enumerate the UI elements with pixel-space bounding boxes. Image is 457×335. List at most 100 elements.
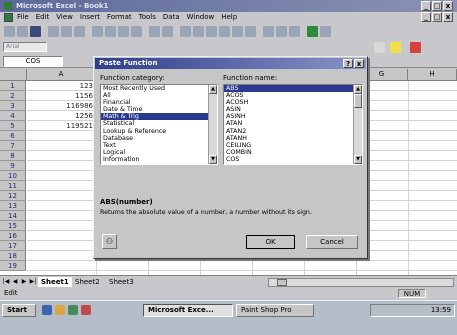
minimize-button[interactable]: _	[421, 1, 431, 11]
row-header[interactable]: 13	[0, 201, 26, 211]
sheet-tab-1[interactable]: Sheet1	[38, 277, 72, 287]
doc-minimize-button[interactable]: _	[421, 12, 431, 22]
category-item[interactable]: Information	[101, 156, 217, 163]
sort-ascending-icon[interactable]	[232, 26, 243, 37]
function-item[interactable]: COS	[224, 156, 362, 163]
last-sheet-icon[interactable]: ▶|	[29, 278, 37, 286]
function-item[interactable]: ACOS	[224, 92, 362, 99]
row-header[interactable]: 5	[0, 121, 26, 131]
row-header[interactable]: 14	[0, 211, 26, 221]
web-toolbar-icon[interactable]	[193, 26, 204, 37]
copy-icon[interactable]	[105, 26, 116, 37]
category-scroll-down-icon[interactable]: ▼	[209, 155, 217, 164]
autosum-icon[interactable]	[206, 26, 217, 37]
row-header[interactable]: 12	[0, 191, 26, 201]
next-sheet-icon[interactable]: ▶	[20, 278, 28, 286]
row-header[interactable]: 9	[0, 161, 26, 171]
function-item[interactable]: CEILING	[224, 142, 362, 149]
category-item[interactable]: All	[101, 92, 217, 99]
row-header[interactable]: 8	[0, 151, 26, 161]
category-item[interactable]: Financial	[101, 99, 217, 106]
row-header[interactable]: 16	[0, 231, 26, 241]
doc-restore-button[interactable]: □	[432, 12, 442, 22]
print-preview-icon[interactable]	[61, 26, 72, 37]
outlook-quicklaunch-icon[interactable]	[55, 305, 65, 315]
row-header[interactable]: 19	[0, 261, 26, 271]
dialog-help-icon[interactable]: ?	[343, 59, 353, 68]
open-icon[interactable]	[17, 26, 28, 37]
row-header[interactable]: 10	[0, 171, 26, 181]
category-item[interactable]: Most Recently Used	[101, 85, 217, 92]
menu-tools[interactable]: Tools	[139, 13, 156, 21]
paste-icon[interactable]	[118, 26, 129, 37]
row-header[interactable]: 17	[0, 241, 26, 251]
row-header[interactable]: 2	[0, 91, 26, 101]
menu-format[interactable]: Format	[107, 13, 132, 21]
function-item[interactable]: ATANH	[224, 135, 362, 142]
prev-sheet-icon[interactable]: ◀	[11, 278, 19, 286]
function-scroll-thumb[interactable]	[354, 94, 362, 108]
row-header[interactable]: 15	[0, 221, 26, 231]
category-scrollbar[interactable]: ▲ ▼	[208, 85, 217, 164]
office-assistant-icon[interactable]	[320, 26, 331, 37]
function-item[interactable]: COMBIN	[224, 149, 362, 156]
category-scroll-up-icon[interactable]: ▲	[209, 85, 217, 94]
row-header[interactable]: 11	[0, 181, 26, 191]
fill-color-icon[interactable]	[390, 42, 401, 53]
drawing-icon[interactable]	[289, 26, 300, 37]
function-scrollbar[interactable]: ▲ ▼	[353, 85, 362, 164]
cancel-button[interactable]: Cancel	[306, 235, 358, 249]
hyperlink-icon[interactable]	[180, 26, 191, 37]
cut-icon[interactable]	[92, 26, 103, 37]
sheet-tab-2[interactable]: Sheet2	[72, 277, 103, 287]
function-item[interactable]: ABS	[224, 85, 362, 93]
category-item[interactable]: Date & Time	[101, 106, 217, 113]
close-button[interactable]: x	[443, 1, 453, 11]
category-item[interactable]: Lookup & Reference	[101, 128, 217, 135]
function-scroll-down-icon[interactable]: ▼	[354, 155, 362, 164]
horizontal-scrollbar[interactable]	[268, 278, 454, 287]
select-all-corner[interactable]	[0, 69, 27, 81]
category-item[interactable]: Database	[101, 135, 217, 142]
menu-insert[interactable]: Insert	[80, 13, 100, 21]
menu-window[interactable]: Window	[187, 13, 215, 21]
sheet-tab-3[interactable]: Sheet3	[106, 277, 137, 287]
save-icon[interactable]	[30, 26, 41, 37]
row-header[interactable]: 6	[0, 131, 26, 141]
sort-descending-icon[interactable]	[245, 26, 256, 37]
doc-close-button[interactable]: x	[443, 12, 453, 22]
function-item[interactable]: ATAN	[224, 120, 362, 127]
ie-quicklaunch-icon[interactable]	[42, 305, 52, 315]
category-item[interactable]: Logical	[101, 149, 217, 156]
redo-icon[interactable]	[162, 26, 173, 37]
function-item[interactable]: ASIN	[224, 106, 362, 113]
ok-button[interactable]: OK	[246, 235, 295, 249]
font-color-icon[interactable]	[410, 42, 421, 53]
paste-function-icon[interactable]	[219, 26, 230, 37]
row-header[interactable]: 18	[0, 251, 26, 261]
menu-file[interactable]: File	[17, 13, 29, 21]
function-item[interactable]: ASINH	[224, 113, 362, 120]
row-header[interactable]: 3	[0, 101, 26, 111]
row-header[interactable]: 7	[0, 141, 26, 151]
function-item[interactable]: ATAN2	[224, 128, 362, 135]
chart-wizard-icon[interactable]	[263, 26, 274, 37]
new-icon[interactable]	[4, 26, 15, 37]
row-header[interactable]: 1	[0, 81, 26, 91]
row-header[interactable]: 4	[0, 111, 26, 121]
category-item[interactable]: Statistical	[101, 120, 217, 127]
map-icon[interactable]	[276, 26, 287, 37]
undo-icon[interactable]	[149, 26, 160, 37]
office-assistant-button[interactable]: ⚇	[102, 234, 117, 249]
start-button[interactable]: Start	[2, 304, 36, 317]
print-icon[interactable]	[48, 26, 59, 37]
column-header-a[interactable]: A	[27, 69, 96, 81]
name-box[interactable]: COS	[3, 56, 63, 67]
category-item[interactable]: Math & Trig	[101, 113, 217, 121]
taskbar-paintshop-button[interactable]: Paint Shop Pro	[236, 304, 314, 317]
excel-app-icon[interactable]	[4, 2, 12, 10]
window-titlebar[interactable]: Microsoft Excel - Book1 _ □ x	[0, 0, 457, 12]
desktop-quicklaunch-icon[interactable]	[68, 305, 78, 315]
menu-edit[interactable]: Edit	[36, 13, 50, 21]
zoom-icon[interactable]	[307, 26, 318, 37]
